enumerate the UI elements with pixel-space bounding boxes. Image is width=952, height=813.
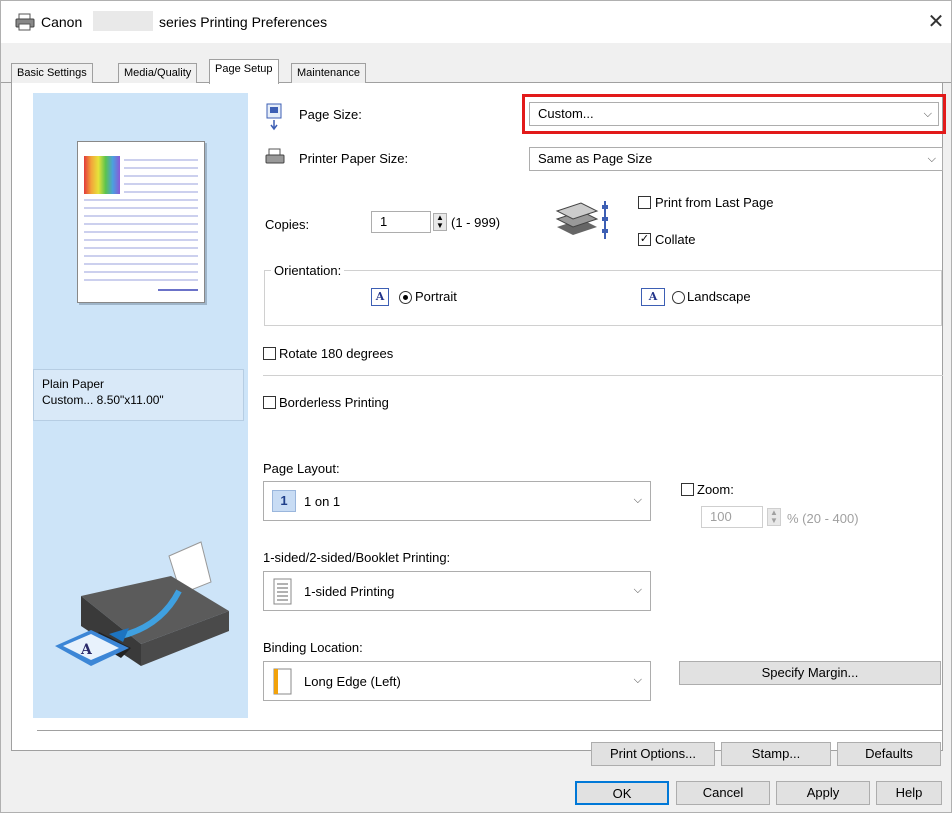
portrait-icon: A [371, 288, 389, 306]
printer-illustration: A [55, 541, 229, 666]
redacted-model-name [93, 11, 153, 31]
zoom-checkbox[interactable] [681, 483, 694, 496]
single-sided-icon [273, 578, 292, 605]
chevron-down-icon: ⌵ [633, 494, 642, 506]
tab-basic-settings[interactable]: Basic Settings [11, 63, 93, 83]
zoom-range: % (20 - 400) [787, 511, 859, 526]
collate-label: Collate [655, 232, 696, 247]
landscape-icon: A [641, 288, 665, 306]
close-button[interactable]: ✕ [923, 9, 949, 35]
page-size-label: Page Size: [299, 107, 362, 122]
svg-text:A: A [80, 642, 93, 658]
portrait-radio[interactable] [399, 291, 412, 304]
copies-stack-icon [555, 201, 608, 239]
duplex-select[interactable]: 1-sided Printing ⌵ [263, 571, 651, 611]
printer-paper-size-label: Printer Paper Size: [299, 151, 409, 166]
zoom-spinner[interactable]: ▲ ▼ [767, 508, 781, 526]
borderless-printing-label: Borderless Printing [279, 395, 389, 410]
page-layout-value: 1 on 1 [304, 494, 341, 509]
tab-page-setup[interactable]: Page Setup [209, 59, 279, 84]
duplex-value: 1-sided Printing [304, 584, 395, 599]
page-layout-icon: 1 [272, 490, 296, 512]
divider [263, 375, 943, 376]
chevron-down-icon: ⌵ [633, 584, 642, 596]
tab-media-quality[interactable]: Media/Quality [118, 63, 198, 83]
copies-range: (1 - 999) [451, 215, 501, 230]
media-size-text: Custom... 8.50"x11.00" [42, 393, 164, 407]
rotate-180-label: Rotate 180 degrees [279, 346, 394, 361]
media-info-box: Plain Paper Custom... 8.50"x11.00" [33, 369, 244, 421]
specify-margin-button[interactable]: Specify Margin... [679, 661, 941, 685]
stamp-button[interactable]: Stamp... [721, 742, 831, 766]
defaults-button[interactable]: Defaults [837, 742, 941, 766]
binding-location-value: Long Edge (Left) [304, 674, 401, 689]
text-lines-preview [84, 159, 198, 291]
title-bar: Canon series Printing Preferences ✕ [1, 1, 951, 43]
orientation-group [264, 270, 942, 326]
printing-preferences-window: Canon series Printing Preferences ✕ Basi… [0, 0, 952, 813]
copies-input[interactable]: 1 [371, 211, 431, 233]
printer-paper-size-value: Same as Page Size [538, 151, 653, 166]
printer-icon [15, 13, 35, 31]
orientation-label: Orientation: [271, 263, 345, 278]
print-options-button[interactable]: Print Options... [591, 742, 715, 766]
landscape-label: Landscape [687, 289, 751, 304]
cancel-button[interactable]: Cancel [676, 781, 770, 805]
apply-button[interactable]: Apply [776, 781, 870, 805]
zoom-label: Zoom: [697, 482, 734, 497]
duplex-label: 1-sided/2-sided/Booklet Printing: [263, 550, 451, 565]
print-from-last-page-checkbox[interactable] [638, 196, 651, 209]
copies-value: 1 [380, 214, 388, 229]
paper-preview [77, 141, 205, 303]
printer-paper-size-select[interactable]: Same as Page Size ⌵ [529, 147, 943, 171]
landscape-radio[interactable] [672, 291, 685, 304]
page-layout-select[interactable]: 1 1 on 1 ⌵ [263, 481, 651, 521]
borderless-printing-checkbox[interactable] [263, 396, 276, 409]
printer-paper-size-icon [265, 148, 285, 164]
portrait-label: Portrait [415, 289, 457, 304]
page-layout-label: Page Layout: [263, 461, 340, 476]
binding-long-edge-icon [273, 668, 292, 695]
media-type-text: Plain Paper [42, 377, 105, 391]
zoom-value: 100 [710, 509, 732, 524]
page-size-icon [266, 103, 282, 131]
title-prefix: Canon [41, 14, 83, 30]
collate-checkbox[interactable]: ✓ [638, 233, 651, 246]
zoom-input[interactable]: 100 [701, 506, 763, 528]
ok-button[interactable]: OK [575, 781, 669, 805]
help-button[interactable]: Help [876, 781, 942, 805]
tab-maintenance[interactable]: Maintenance [291, 63, 366, 83]
chevron-down-icon: ⌵ [927, 153, 936, 165]
chevron-down-icon: ⌵ [633, 674, 642, 686]
copies-spinner[interactable]: ▲ ▼ [433, 213, 447, 231]
bottom-divider [37, 730, 943, 731]
rotate-180-checkbox[interactable] [263, 347, 276, 360]
window-title: series Printing Preferences [159, 14, 328, 30]
print-from-last-page-label: Print from Last Page [655, 195, 774, 210]
highlight-box [522, 94, 946, 134]
binding-location-select[interactable]: Long Edge (Left) ⌵ [263, 661, 651, 701]
copies-label: Copies: [265, 217, 310, 232]
binding-location-label: Binding Location: [263, 640, 363, 655]
